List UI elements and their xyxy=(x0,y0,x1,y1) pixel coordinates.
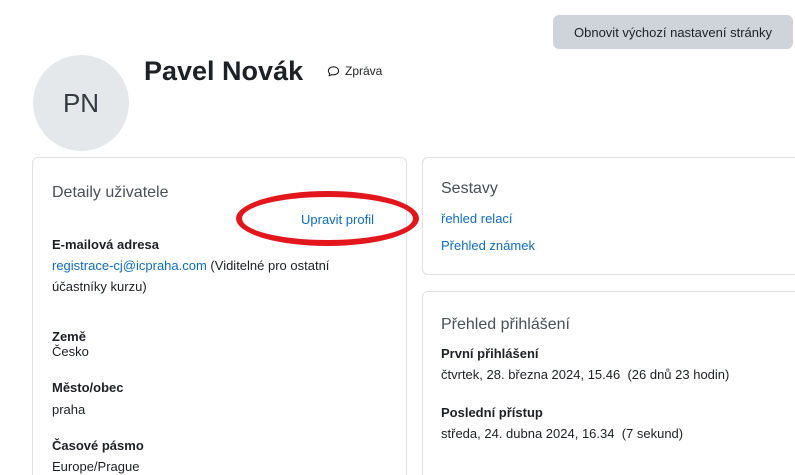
email-value: registrace-cj@icpraha.com (Viditelné pro… xyxy=(52,255,402,297)
country-value: Česko xyxy=(52,344,89,359)
email-link[interactable]: registrace-cj@icpraha.com xyxy=(52,258,207,273)
sessions-overview-link[interactable]: řehled relací xyxy=(441,211,513,226)
avatar: PN xyxy=(33,55,129,151)
message-link[interactable]: Zpráva xyxy=(327,64,382,78)
login-overview-card: Přehled přihlášení První přihlášení čtvr… xyxy=(422,291,795,475)
speech-bubble-icon xyxy=(327,65,340,76)
email-visibility-note-line2: účastníky kurzu) xyxy=(52,279,147,294)
email-visibility-note: (Viditelné pro ostatní xyxy=(206,258,330,273)
login-overview-title: Přehled přihlášení xyxy=(441,316,570,333)
first-access-label: První přihlášení xyxy=(441,346,539,361)
user-details-title: Detaily uživatele xyxy=(52,184,169,201)
timezone-value: Europe/Prague xyxy=(52,459,140,474)
user-details-card: Detaily uživatele Upravit profil E-mailo… xyxy=(32,157,407,475)
page-title: Pavel Novák xyxy=(144,56,304,86)
last-access-value: středa, 24. dubna 2024, 16.34 (7 sekund) xyxy=(441,426,684,441)
reports-title: Sestavy xyxy=(441,180,498,197)
avatar-initials: PN xyxy=(62,87,100,118)
email-label: E-mailová adresa xyxy=(52,237,159,252)
city-label: Město/obec xyxy=(52,380,124,395)
last-access-label: Poslední přístup xyxy=(441,405,543,420)
grades-overview-link[interactable]: Přehled známek xyxy=(441,238,535,253)
city-value: praha xyxy=(52,402,86,417)
first-access-value: čtvrtek, 28. března 2024, 15.46 (26 dnů … xyxy=(441,367,730,382)
reports-card: Sestavy řehled relací Přehled známek xyxy=(422,157,795,275)
message-label: Zpráva xyxy=(345,64,383,78)
reset-page-defaults-button[interactable]: Obnovit výchozí nastavení stránky xyxy=(553,15,793,49)
timezone-label: Časové pásmo xyxy=(52,438,144,453)
edit-profile-link[interactable]: Upravit profil xyxy=(301,212,374,227)
